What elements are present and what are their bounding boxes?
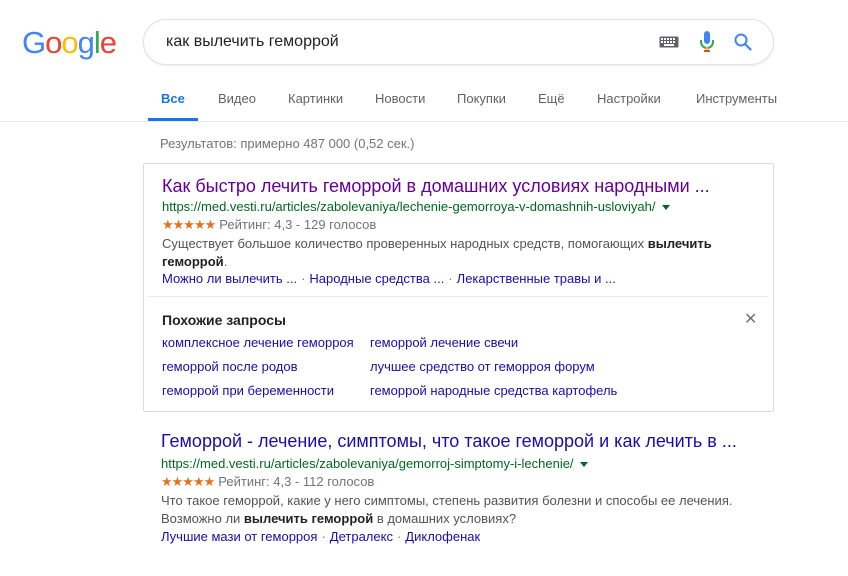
separator: · [321, 529, 326, 544]
result-sitelinks: Можно ли вылечить ... · Народные средства … [162, 271, 616, 286]
snippet-text: Существует большое количество проверенны… [162, 236, 648, 251]
logo-letter: g [77, 25, 95, 60]
search-input[interactable] [164, 27, 659, 57]
logo-letter: o [45, 25, 62, 60]
search-icon[interactable] [733, 20, 753, 64]
separator: · [448, 271, 453, 286]
logo-letter: e [99, 25, 117, 60]
related-search-link[interactable]: лучшее средство от геморроя форум [370, 359, 595, 374]
sitelink[interactable]: Диклофенак [405, 529, 480, 544]
tab-settings[interactable]: Настройки [597, 91, 661, 106]
logo-letter: o [61, 25, 78, 60]
tab-images[interactable]: Картинки [288, 91, 343, 106]
logo-letter: G [22, 25, 46, 60]
result-sitelinks: Лучшие мази от геморроя · Детралекс · Диклоф… [161, 529, 480, 544]
snippet-text: Что такое геморрой, какие у него симптом… [161, 493, 733, 508]
mic-icon[interactable] [697, 20, 717, 64]
related-search-link[interactable]: геморрой после родов [162, 359, 298, 374]
close-icon[interactable]: ✕ [744, 309, 757, 329]
keyboard-icon[interactable] [659, 20, 679, 64]
star-rating-icon: ★★★★★ [161, 474, 215, 489]
result-snippet: Что такое геморрой, какие у него симптом… [161, 492, 781, 528]
related-search-link[interactable]: геморрой при беременности [162, 383, 334, 398]
related-searches-title: Похожие запросы [162, 312, 286, 328]
sitelink[interactable]: Можно ли вылечить ... [162, 271, 297, 286]
result-title[interactable]: Как быстро лечить геморрой в домашних ус… [162, 176, 710, 197]
result-url: https://med.vesti.ru/articles/zabolevani… [161, 456, 588, 471]
sitelink[interactable]: Детралекс [330, 529, 393, 544]
result-url-text: https://med.vesti.ru/articles/zabolevani… [162, 199, 656, 214]
rating-text: Рейтинг: 4,3 - 112 голосов [218, 474, 375, 489]
snippet-text: в домашних условиях? [373, 511, 517, 526]
sitelink[interactable]: Лучшие мази от геморроя [161, 529, 317, 544]
tab-all[interactable]: Все [161, 91, 185, 106]
caret-down-icon[interactable] [579, 462, 588, 468]
related-search-link[interactable]: геморрой лечение свечи [370, 335, 518, 350]
snippet-bold: вылечить геморрой [243, 511, 374, 526]
related-search-link[interactable]: геморрой народные средства картофель [370, 383, 617, 398]
tab-shopping[interactable]: Покупки [457, 91, 506, 106]
sitelink[interactable]: Лекарственные травы и ... [457, 271, 616, 286]
result-title[interactable]: Геморрой - лечение, симптомы, что такое … [161, 431, 737, 452]
related-search-link[interactable]: комплексное лечение геморроя [162, 335, 354, 350]
tab-video[interactable]: Видео [218, 91, 256, 106]
search-tabs: Все Видео Картинки Новости Покупки Ещё Н… [0, 86, 848, 122]
tab-news[interactable]: Новости [375, 91, 425, 106]
result-url-text: https://med.vesti.ru/articles/zabolevani… [161, 456, 574, 471]
sitelink[interactable]: Народные средства ... [309, 271, 444, 286]
caret-down-icon[interactable] [661, 205, 670, 211]
result-rating: ★★★★★ Рейтинг: 4,3 - 112 голосов [161, 474, 374, 490]
active-tab-indicator [148, 118, 198, 121]
result-rating: ★★★★★ Рейтинг: 4,3 - 129 голосов [162, 217, 376, 233]
divider [148, 296, 769, 297]
snippet-text: . [223, 254, 228, 269]
result-url: https://med.vesti.ru/articles/zabolevani… [162, 199, 670, 214]
tab-more[interactable]: Ещё [538, 91, 565, 106]
tab-tools[interactable]: Инструменты [696, 91, 777, 106]
result-card: Как быстро лечить геморрой в домашних ус… [143, 163, 774, 412]
star-rating-icon: ★★★★★ [162, 217, 216, 232]
rating-text: Рейтинг: 4,3 - 129 голосов [219, 217, 377, 232]
search-box [143, 19, 774, 65]
separator: · [396, 529, 402, 544]
result-stats: Результатов: примерно 487 000 (0,52 сек.… [160, 136, 415, 151]
separator: · [301, 271, 306, 286]
google-logo[interactable]: Google [22, 25, 117, 61]
snippet-text: Возможно ли [161, 511, 244, 526]
result-snippet: Существует большое количество проверенны… [162, 235, 762, 271]
